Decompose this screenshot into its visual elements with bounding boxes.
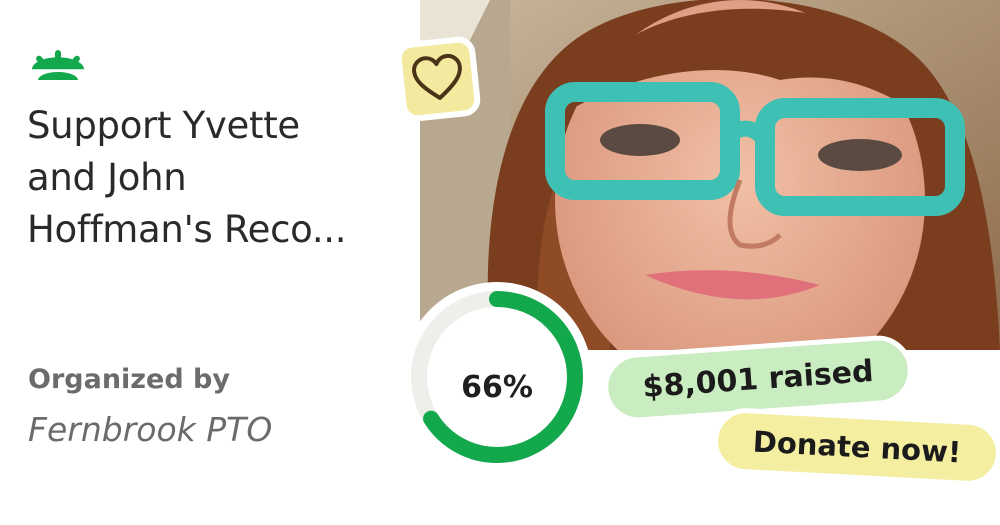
heart-icon[interactable] bbox=[393, 34, 483, 124]
organizer-name[interactable]: Fernbrook PTO bbox=[28, 410, 272, 449]
sunrise-logo-icon bbox=[26, 50, 90, 88]
donate-now-button[interactable]: Donate now! bbox=[711, 406, 1000, 488]
fundraiser-share-card: Support Yvette and John Hoffman's Reco..… bbox=[0, 0, 1000, 525]
progress-ring: 66% bbox=[402, 282, 592, 472]
progress-percent: 66% bbox=[461, 369, 533, 405]
organized-by-label: Organized by bbox=[28, 364, 230, 395]
campaign-title[interactable]: Support Yvette and John Hoffman's Reco..… bbox=[27, 100, 417, 256]
